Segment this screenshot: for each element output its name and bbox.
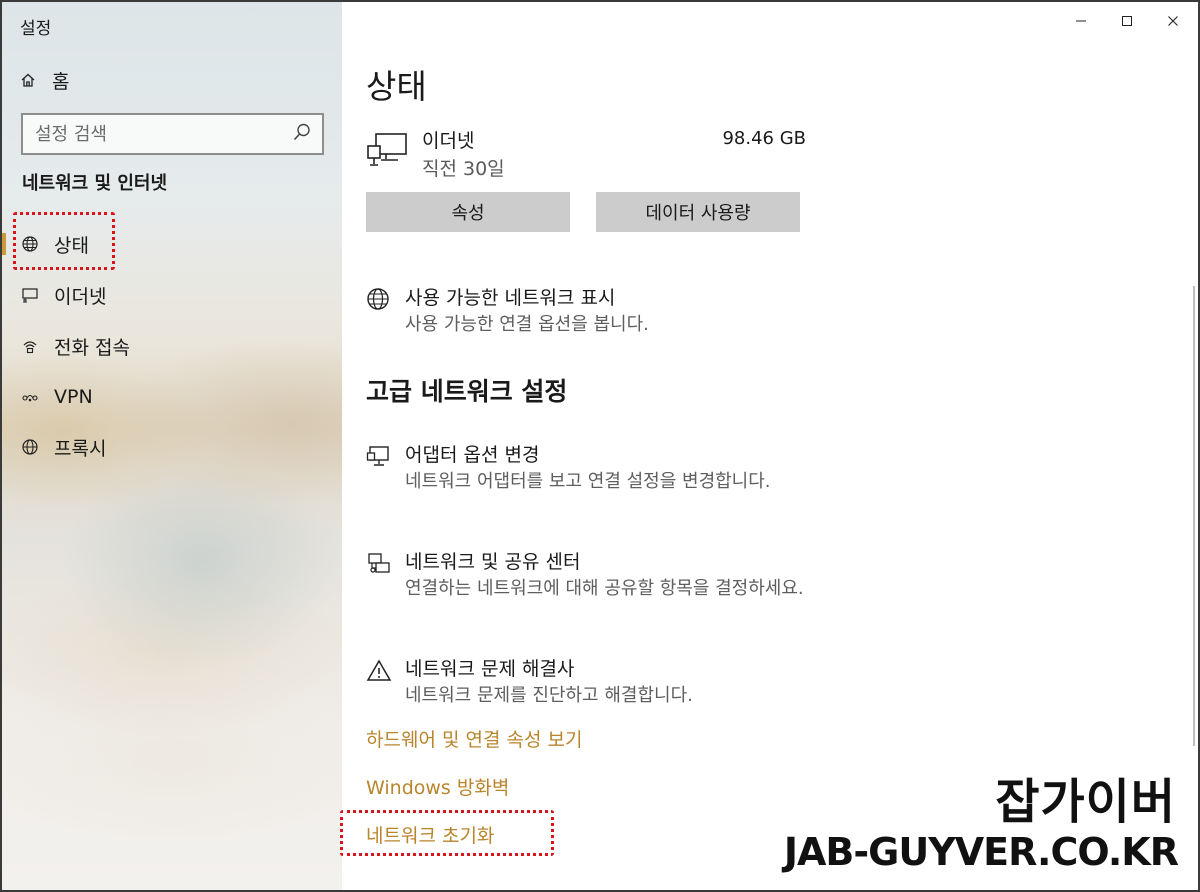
sidebar-item-ethernet[interactable]: 이더넷 <box>2 273 332 317</box>
network-sharing-center[interactable]: 네트워크 및 공유 센터 연결하는 네트워크에 대해 공유할 항목을 결정하세요… <box>366 547 836 627</box>
watermark-url: JAB-GUYVER.CO.KR <box>783 830 1179 874</box>
network-globe-icon <box>366 287 392 313</box>
home-link[interactable]: 홈 <box>20 66 69 94</box>
change-adapter-options[interactable]: 어댑터 옵션 변경 네트워크 어댑터를 보고 연결 설정을 변경합니다. <box>366 440 836 520</box>
sidebar-item-label: 프록시 <box>54 437 107 460</box>
sidebar-item-vpn[interactable]: VPN <box>2 375 332 419</box>
dial-up-icon <box>21 337 39 355</box>
show-available-networks[interactable]: 사용 가능한 네트워크 표시 사용 가능한 연결 옵션을 봅니다. <box>366 283 836 339</box>
section-title: 네트워크 및 인터넷 <box>22 173 168 194</box>
advanced-settings-heading: 고급 네트워크 설정 <box>366 377 568 406</box>
page-title: 상태 <box>366 67 427 106</box>
data-usage-button[interactable]: 데이터 사용량 <box>596 192 800 232</box>
annotation-highlight-reset <box>340 810 554 856</box>
sharing-center-desc: 연결하는 네트워크에 대해 공유할 항목을 결정하세요. <box>405 578 804 599</box>
sidebar-item-dial-up[interactable]: 전화 접속 <box>2 324 332 368</box>
adapter-icon <box>366 444 392 470</box>
search-input[interactable] <box>35 123 285 145</box>
warning-icon <box>366 658 392 684</box>
troubleshooter-title: 네트워크 문제 해결사 <box>405 658 575 680</box>
sharing-center-icon <box>366 551 392 577</box>
sidebar: 설정 홈 네트워크 및 인터넷 상태 이더넷 <box>2 2 342 890</box>
main-content: 상태 이더넷 직전 30일 98.46 GB 속성 데이터 사용량 사용 가능한… <box>342 2 1198 890</box>
search-box[interactable] <box>21 113 324 155</box>
globe-icon <box>21 438 39 456</box>
windows-firewall-link[interactable]: Windows 방화벽 <box>366 773 509 800</box>
app-title: 설정 <box>20 19 52 39</box>
ethernet-pc-icon <box>366 132 408 172</box>
sidebar-item-label: VPN <box>54 386 93 408</box>
adapter-desc: 네트워크 어댑터를 보고 연결 설정을 변경합니다. <box>405 471 771 492</box>
connection-name: 이더넷 <box>422 130 475 152</box>
sharing-center-title: 네트워크 및 공유 센터 <box>405 551 581 573</box>
show-networks-title: 사용 가능한 네트워크 표시 <box>405 287 616 309</box>
settings-window: 설정 홈 네트워크 및 인터넷 상태 이더넷 <box>0 0 1200 892</box>
connection-period: 직전 30일 <box>422 158 505 180</box>
watermark-brand: 잡가이버 <box>995 774 1176 830</box>
home-label: 홈 <box>52 70 70 93</box>
network-troubleshooter[interactable]: 네트워크 문제 해결사 네트워크 문제를 진단하고 해결합니다. <box>366 654 836 710</box>
troubleshooter-desc: 네트워크 문제를 진단하고 해결합니다. <box>405 685 693 706</box>
search-icon[interactable] <box>292 122 312 146</box>
show-networks-desc: 사용 가능한 연결 옵션을 봅니다. <box>405 314 649 335</box>
hardware-properties-link[interactable]: 하드웨어 및 연결 속성 보기 <box>366 725 582 752</box>
sidebar-item-proxy[interactable]: 프록시 <box>2 425 332 469</box>
vpn-icon <box>21 388 39 406</box>
home-icon <box>20 72 42 88</box>
adapter-title: 어댑터 옵션 변경 <box>405 444 540 466</box>
scrollbar[interactable] <box>1193 286 1195 746</box>
annotation-highlight-status <box>13 212 115 270</box>
sidebar-item-label: 전화 접속 <box>54 336 130 359</box>
sidebar-item-label: 이더넷 <box>54 285 107 308</box>
ethernet-icon <box>21 286 39 304</box>
properties-button[interactable]: 속성 <box>366 192 570 232</box>
data-usage-value: 98.46 GB <box>722 128 806 149</box>
connection-status: 이더넷 직전 30일 98.46 GB <box>366 124 806 184</box>
